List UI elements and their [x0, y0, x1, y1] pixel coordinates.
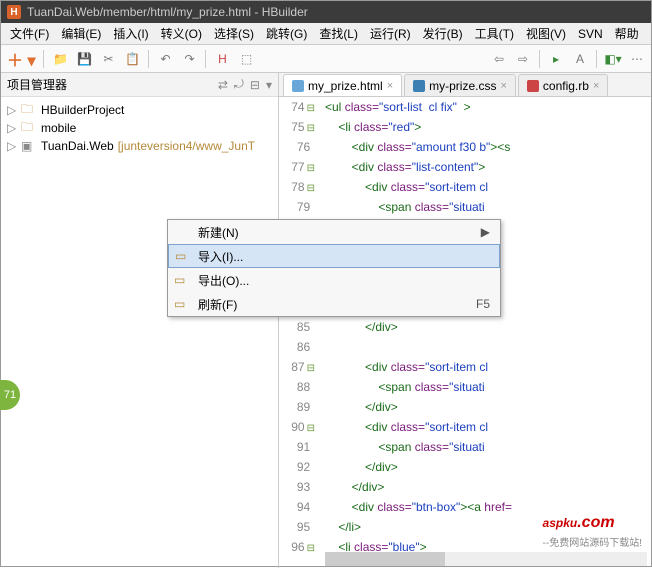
editor-tab[interactable]: my_prize.html × [283, 74, 402, 96]
menu-item[interactable]: 查找(L) [314, 23, 363, 44]
file-rb-icon [527, 80, 539, 92]
window-title: TuanDai.Web/member/html/my_prize.html - … [27, 5, 308, 19]
menu-item[interactable]: 编辑(E) [56, 23, 106, 44]
editor-area: my_prize.html × my-prize.css × config.rb × 74… [279, 73, 651, 568]
context-menu: 新建(N) ▶ ▭ 导入(I)... ▭ 导出(O)... ▭ 刷新(F) F5 [167, 219, 501, 317]
tree-node[interactable]: ▷ ▣ TuanDai.Web [junteversion4/www_JunT [3, 137, 276, 155]
node-extra: [junteversion4/www_JunT [118, 139, 255, 153]
a-icon[interactable]: A [572, 51, 588, 67]
back-icon[interactable]: ⇦ [491, 51, 507, 67]
code-editor[interactable]: 74⊟75⊟76 77⊟78⊟79 80 81 82 83 84 85 86 8… [279, 97, 651, 568]
tab-label: my_prize.html [308, 79, 383, 93]
menu-item[interactable]: 跳转(G) [261, 23, 312, 44]
node-label: mobile [41, 121, 76, 135]
tab-label: config.rb [543, 79, 589, 93]
title-bar: H TuanDai.Web/member/html/my_prize.html … [1, 1, 651, 23]
folder-icon: ▣ [21, 139, 37, 153]
menu-item[interactable]: 视图(V) [521, 23, 571, 44]
menu-item[interactable]: 选择(S) [209, 23, 259, 44]
cut-icon[interactable]: ✂ [100, 51, 116, 67]
box-icon[interactable]: ◧▾ [605, 51, 621, 67]
project-panel: 项目管理器 ⇄ ⤾ ⊟ ▾ ▷🗀HBuilderProject▷🗀mobile▷… [1, 73, 279, 568]
h-icon[interactable]: H [214, 51, 230, 67]
editor-tab[interactable]: my-prize.css × [404, 74, 516, 96]
redo-icon[interactable]: ↷ [181, 51, 197, 67]
panel-title: 项目管理器 [7, 76, 212, 93]
panel-header: 项目管理器 ⇄ ⤾ ⊟ ▾ [1, 73, 278, 97]
new-button[interactable]: ＋ ▾ [7, 47, 35, 71]
menu-item[interactable]: 运行(R) [365, 23, 416, 44]
run-icon[interactable]: ▸ [548, 51, 564, 67]
twist-icon[interactable]: ▷ [7, 103, 17, 117]
file-css-icon [413, 80, 425, 92]
menu-item-label: 导入(I)... [198, 248, 243, 265]
context-menu-item[interactable]: 新建(N) ▶ [168, 220, 500, 244]
menu-item-label: 导出(O)... [198, 272, 249, 289]
context-menu-item[interactable]: ▭ 导出(O)... [168, 268, 500, 292]
close-icon[interactable]: × [593, 80, 599, 92]
app-icon: H [7, 5, 21, 19]
undo-icon[interactable]: ↶ [157, 51, 173, 67]
code-text[interactable]: <ul class="sort-list cl fix" > <li class… [325, 97, 651, 557]
menu-bar: 文件(F)编辑(E)插入(I)转义(O)选择(S)跳转(G)查找(L)运行(R)… [1, 23, 651, 45]
menu-item[interactable]: 转义(O) [156, 23, 207, 44]
menu-item-label: 新建(N) [198, 224, 239, 241]
close-icon[interactable]: × [387, 80, 393, 92]
link-icon[interactable]: ⇄ [218, 78, 228, 92]
import-icon: ▭ [175, 249, 191, 263]
folder-icon[interactable]: 📁 [52, 51, 68, 67]
file-html-icon [292, 80, 304, 92]
editor-tab[interactable]: config.rb × [518, 74, 608, 96]
toolbar: ＋ ▾ 📁 💾 ✂ 📋 ↶ ↷ H ⬚ ⇦ ⇨ ▸ A ◧▾ ⋯ [1, 45, 651, 73]
menu-item-label: 刷新(F) [198, 296, 237, 313]
context-menu-item[interactable]: ▭ 刷新(F) F5 [168, 292, 500, 316]
tree-node[interactable]: ▷ 🗀 mobile [3, 119, 276, 137]
context-menu-item[interactable]: ▭ 导入(I)... [168, 244, 500, 268]
node-label: HBuilderProject [41, 103, 124, 117]
twist-icon[interactable]: ▷ [7, 121, 17, 135]
twist-icon[interactable]: ▷ [7, 139, 17, 153]
export-icon: ▭ [174, 273, 190, 287]
menu-item[interactable]: SVN [573, 25, 608, 43]
menu-item[interactable]: 工具(T) [470, 23, 519, 44]
gutter: 74⊟75⊟76 77⊟78⊟79 80 81 82 83 84 85 86 8… [279, 97, 321, 557]
menu-item[interactable]: 文件(F) [5, 23, 54, 44]
refresh-icon[interactable]: ⤾ [234, 77, 244, 92]
tab-label: my-prize.css [429, 79, 496, 93]
shortcut: F5 [476, 297, 490, 311]
menu-item[interactable]: 帮助 [610, 23, 644, 44]
folder-icon: 🗀 [21, 118, 37, 139]
more-icon[interactable]: ⋯ [629, 51, 645, 67]
close-icon[interactable]: × [500, 80, 506, 92]
project-tree: ▷🗀HBuilderProject▷🗀mobile▷▣TuanDai.Web [… [1, 97, 278, 159]
refresh-icon: ▭ [174, 297, 190, 311]
node-label: TuanDai.Web [41, 139, 114, 153]
tree-node[interactable]: ▷🗀HBuilderProject [3, 101, 276, 119]
scrollbar-thumb[interactable] [325, 552, 445, 566]
h-scrollbar[interactable] [325, 552, 647, 566]
save-icon[interactable]: 💾 [76, 51, 92, 67]
menu-item[interactable]: 发行(B) [418, 23, 468, 44]
menu-icon[interactable]: ▾ [266, 78, 272, 92]
collapse-icon[interactable]: ⊟ [250, 78, 260, 92]
menu-item[interactable]: 插入(I) [108, 23, 153, 44]
tool-icon[interactable]: ⬚ [238, 51, 254, 67]
watermark: aspku.com --免费网站源码下载站! [543, 503, 642, 549]
fwd-icon[interactable]: ⇨ [515, 51, 531, 67]
paste-icon[interactable]: 📋 [124, 51, 140, 67]
editor-tabs: my_prize.html × my-prize.css × config.rb × [279, 73, 651, 97]
submenu-arrow-icon: ▶ [481, 225, 490, 239]
